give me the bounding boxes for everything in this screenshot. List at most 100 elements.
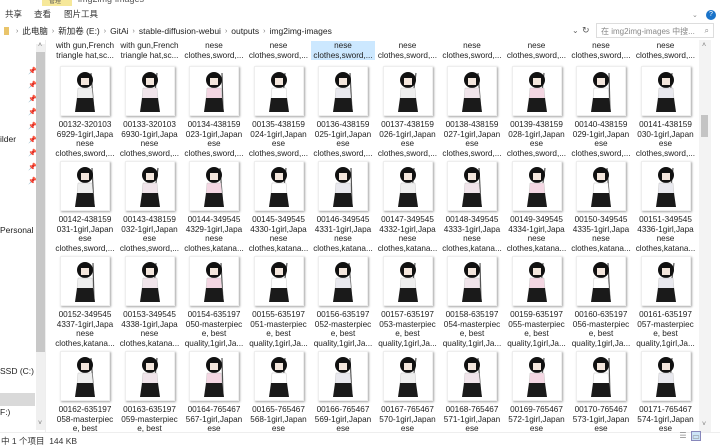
- file-item[interactable]: 00167-765467 570-1girl,Japan ese: [376, 351, 440, 432]
- search-icon[interactable]: ⌕: [705, 26, 709, 35]
- file-name-line: 4331-1girl,Japa: [314, 224, 372, 234]
- file-item[interactable]: 00151-349545 4336-1girl,Japa nese clothes,k…: [634, 161, 698, 254]
- file-name: 00159-635197 055-masterpiec e, best quality…: [505, 310, 569, 349]
- file-item[interactable]: nese clothes,sword,...: [440, 41, 504, 60]
- tab-view[interactable]: 查看: [34, 8, 51, 20]
- refresh-icon[interactable]: ↻: [582, 25, 590, 36]
- file-name-line: with gun,French: [55, 41, 115, 50]
- search-input[interactable]: 在 img2img-images 中搜... ⌕: [596, 23, 714, 38]
- file-item[interactable]: nese clothes,sword,...: [634, 41, 698, 60]
- file-item[interactable]: 00136-438159 025-1girl,Japan ese clothes,sw…: [311, 66, 375, 159]
- file-item[interactable]: 00144-349545 4329-1girl,Japa nese clothes,k…: [182, 161, 246, 254]
- file-item[interactable]: 00140-438159 029-1girl,Japan ese clothes,sw…: [569, 66, 633, 159]
- sidebar-scrollbar-thumb[interactable]: [36, 52, 45, 352]
- file-item[interactable]: 00148-349545 4333-1girl,Japa nese clothes,k…: [440, 161, 504, 254]
- file-item[interactable]: with gun,French triangle hat,sc...: [53, 41, 117, 60]
- sidebar-item-drive-f[interactable]: F:): [0, 407, 10, 417]
- file-item[interactable]: 00168-765467 571-1girl,Japan ese: [440, 351, 504, 432]
- file-name-line: 4334-1girl,Japa: [508, 224, 565, 234]
- expand-ribbon-icon[interactable]: ⌄: [692, 11, 698, 19]
- sidebar-item-ssd-c[interactable]: SSD (C:): [0, 366, 34, 376]
- file-item[interactable]: nese clothes,sword,...: [569, 41, 633, 60]
- breadcrumb-gitai[interactable]: GitAi: [110, 26, 128, 36]
- breadcrumb-stable-diffusion-webui[interactable]: stable-diffusion-webui: [139, 26, 221, 36]
- scroll-down-icon[interactable]: ˅: [702, 421, 706, 428]
- file-name: 00140-438159 029-1girl,Japan ese clothes,sw…: [569, 120, 633, 159]
- tab-share[interactable]: 共享: [5, 8, 22, 20]
- file-name: nese clothes,sword,...: [505, 41, 569, 60]
- scroll-up-icon[interactable]: ˄: [702, 42, 706, 49]
- sidebar-item-personal[interactable]: Personal: [0, 225, 34, 235]
- file-item[interactable]: 00132-320103 6929-1girl,Japa nese clothes,s…: [53, 66, 117, 159]
- breadcrumb-this-pc[interactable]: 此电脑: [22, 25, 48, 37]
- file-item[interactable]: 00164-765467 567-1girl,Japan ese: [182, 351, 246, 432]
- file-item[interactable]: 00134-438159 023-1girl,Japan ese clothes,sw…: [182, 66, 246, 159]
- file-name-line: 00166-765467: [316, 405, 370, 414]
- file-item[interactable]: 00133-320103 6930-1girl,Japa nese clothes,s…: [118, 66, 182, 159]
- content-scrollbar[interactable]: [699, 40, 711, 432]
- breadcrumb-img2img-images[interactable]: img2img-images: [270, 26, 332, 36]
- file-name-line: triangle hat,sc...: [120, 50, 179, 60]
- file-item[interactable]: 00160-635197 056-masterpiec e, best quality…: [569, 256, 633, 349]
- file-item[interactable]: 00146-349545 4331-1girl,Japa nese clothes,k…: [311, 161, 375, 254]
- file-name-line: 00163-635197: [123, 405, 176, 414]
- file-item[interactable]: nese clothes,sword,...: [376, 41, 440, 60]
- file-item[interactable]: 00145-349545 4330-1girl,Japa nese clothes,k…: [247, 161, 311, 254]
- file-name-line: nese: [76, 139, 94, 149]
- file-item[interactable]: 00162-635197 058-masterpiec e, best: [53, 351, 117, 432]
- file-name: nese clothes,sword,...: [376, 41, 440, 60]
- file-name: 00137-438159 026-1girl,Japan ese clothes,sw…: [376, 120, 440, 159]
- file-item[interactable]: 00163-635197 059-masterpiec e, best: [118, 351, 182, 432]
- manage-tab[interactable]: 管理: [42, 0, 72, 6]
- file-item[interactable]: with gun,French triangle hat,sc...: [118, 41, 182, 60]
- file-item[interactable]: 00142-438159 031-1girl,Japan ese clothes,sw…: [53, 161, 117, 254]
- file-item[interactable]: 00158-635197 054-masterpiec e, best quality…: [440, 256, 504, 349]
- file-item[interactable]: 00166-765467 569-1girl,Japan ese: [311, 351, 375, 432]
- file-item[interactable]: 00155-635197 051-masterpiec e, best quality…: [247, 256, 311, 349]
- file-item[interactable]: 00152-349545 4337-1girl,Japa nese clothes,k…: [53, 256, 117, 349]
- file-item[interactable]: nese clothes,sword,...: [247, 41, 311, 60]
- file-name: nese clothes,sword,...: [440, 41, 504, 60]
- large-icons-view-icon[interactable]: ▭: [691, 431, 701, 441]
- address-bar[interactable]: › 此电脑 › 新加卷 (E:) › GitAi › stable-diffusion…: [0, 23, 590, 39]
- file-item[interactable]: nese clothes,sword,...: [182, 41, 246, 60]
- file-item[interactable]: 00170-765467 573-1girl,Japan ese: [569, 351, 633, 432]
- image-thumbnail: [576, 351, 626, 401]
- file-item[interactable]: 00171-765467 574-1girl,Japan ese: [634, 351, 698, 432]
- tab-picture-tools[interactable]: 图片工具: [64, 8, 98, 20]
- file-item[interactable]: 00159-635197 055-masterpiec e, best quality…: [505, 256, 569, 349]
- sidebar-item-builder[interactable]: ilder: [0, 134, 16, 144]
- file-item[interactable]: 00165-765467 568-1girl,Japan ese: [247, 351, 311, 432]
- file-name-line: 029-1girl,Japan: [572, 129, 630, 139]
- file-item[interactable]: 00156-635197 052-masterpiec e, best quality…: [311, 256, 375, 349]
- file-item[interactable]: 00153-349545 4338-1girl,Japa nese clothes,k…: [118, 256, 182, 349]
- file-item[interactable]: 00139-438159 028-1girl,Japan ese clothes,sw…: [505, 66, 569, 159]
- file-item[interactable]: 00150-349545 4335-1girl,Japa nese clothes,k…: [569, 161, 633, 254]
- breadcrumb-drive-e[interactable]: 新加卷 (E:): [58, 25, 100, 37]
- file-item[interactable]: 00157-635197 053-masterpiec e, best quality…: [376, 256, 440, 349]
- file-item[interactable]: nese clothes,sword,...: [505, 41, 569, 60]
- file-item[interactable]: 00135-438159 024-1girl,Japan ese clothes,sw…: [247, 66, 311, 159]
- file-item[interactable]: nese clothes,sword,...: [311, 41, 375, 61]
- file-item[interactable]: 00138-438159 027-1girl,Japan ese clothes,sw…: [440, 66, 504, 159]
- scroll-up-icon[interactable]: ˄: [38, 42, 42, 49]
- file-item[interactable]: 00154-635197 050-masterpiec e, best quality…: [182, 256, 246, 349]
- file-item[interactable]: 00161-635197 057-masterpiec e, best quality…: [634, 256, 698, 349]
- scroll-down-icon[interactable]: ˅: [38, 420, 42, 427]
- breadcrumb-outputs[interactable]: outputs: [231, 26, 259, 36]
- content-scrollbar-thumb[interactable]: [701, 115, 708, 137]
- file-item[interactable]: 00169-765467 572-1girl,Japan ese: [505, 351, 569, 432]
- file-item[interactable]: 00147-349545 4332-1girl,Japa nese clothes,k…: [376, 161, 440, 254]
- file-item[interactable]: 00149-349545 4334-1girl,Japa nese clothes,k…: [505, 161, 569, 254]
- chevron-right-icon: ›: [263, 27, 266, 35]
- sidebar-selected-item[interactable]: [0, 393, 35, 406]
- file-item[interactable]: 00143-438159 032-1girl,Japan ese clothes,sw…: [118, 161, 182, 254]
- file-item[interactable]: 00137-438159 026-1girl,Japan ese clothes,sw…: [376, 66, 440, 159]
- details-view-icon[interactable]: ☰: [678, 431, 688, 441]
- help-icon[interactable]: ?: [706, 10, 716, 20]
- file-name-line: 031-1girl,Japan: [56, 224, 114, 234]
- file-name: 00145-349545 4330-1girl,Japa nese clothes,k…: [247, 215, 311, 254]
- history-dropdown-icon[interactable]: ⌄: [572, 26, 579, 35]
- file-name-line: 00156-635197: [316, 310, 370, 319]
- file-item[interactable]: 00141-438159 030-1girl,Japan ese clothes,sw…: [634, 66, 698, 159]
